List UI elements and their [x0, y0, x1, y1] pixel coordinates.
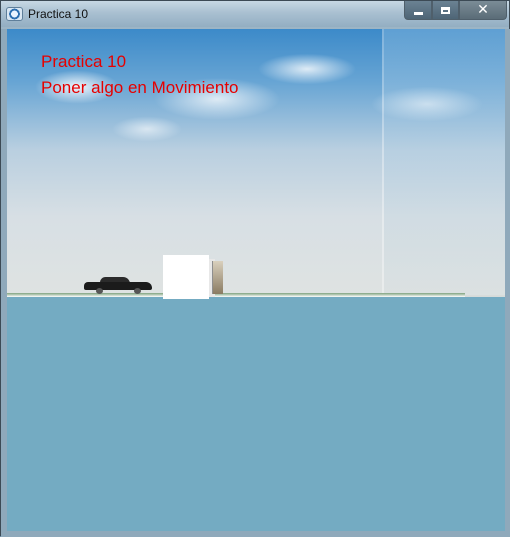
overlay-text: Practica 10 Poner algo en Movimiento [41, 49, 239, 101]
close-button[interactable]: ✕ [459, 1, 507, 20]
app-window: Practica 10 ✕ Practica 10 Poner algo en … [0, 0, 510, 537]
sign-post [212, 261, 223, 294]
car-body [84, 282, 152, 290]
window-frame-bottom [1, 531, 510, 537]
maximize-icon [441, 6, 450, 14]
minimize-icon [413, 11, 423, 15]
white-cube [163, 255, 209, 299]
overlay-line-subtitle: Poner algo en Movimiento [41, 78, 239, 97]
car-wheel-front [96, 288, 103, 294]
window-frame-right [505, 29, 510, 531]
title-bar[interactable]: Practica 10 ✕ [1, 1, 509, 27]
sky-wall-right [384, 29, 505, 297]
maximize-button[interactable] [432, 1, 459, 20]
car-model [84, 277, 152, 294]
minimize-button[interactable] [404, 1, 432, 20]
opengl-viewport[interactable]: Practica 10 Poner algo en Movimiento [7, 29, 505, 531]
overlay-line-title: Practica 10 [41, 52, 127, 71]
car-wheel-rear [134, 288, 141, 294]
window-title: Practica 10 [28, 7, 89, 21]
ground-plane [7, 297, 505, 531]
sky-wall-edge [382, 29, 384, 297]
close-icon: ✕ [477, 2, 489, 18]
app-icon [6, 7, 23, 21]
